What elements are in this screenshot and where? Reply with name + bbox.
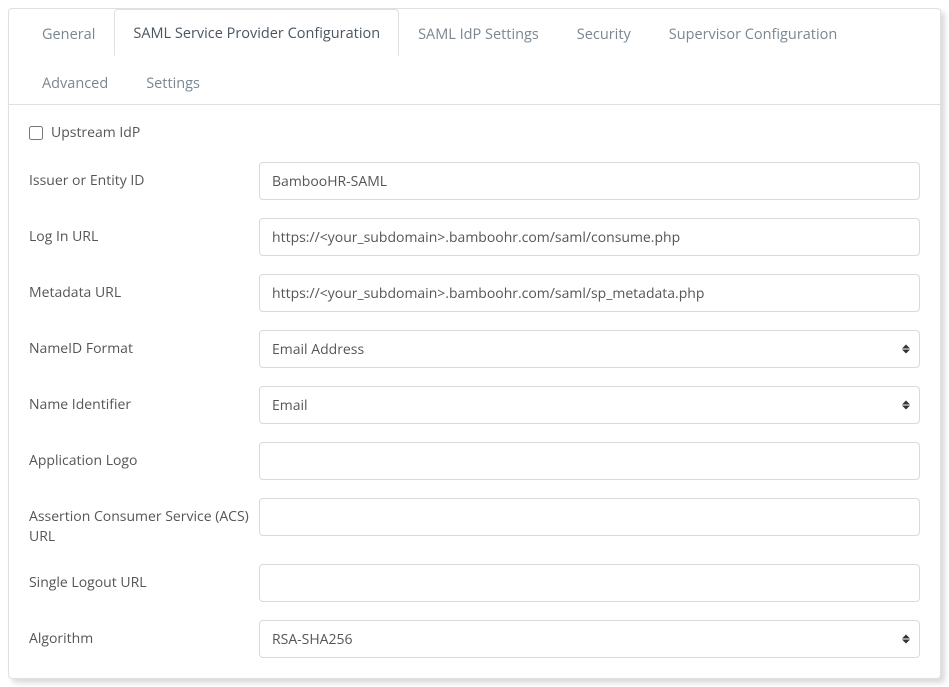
metadata-url-label: Metadata URL: [29, 274, 259, 303]
metadata-url-row: Metadata URL: [29, 274, 920, 312]
name-identifier-select[interactable]: Email: [259, 386, 920, 424]
acs-url-input[interactable]: [259, 498, 920, 536]
issuer-input[interactable]: [259, 162, 920, 200]
tab-security[interactable]: Security: [558, 10, 650, 56]
tab-settings[interactable]: Settings: [127, 59, 219, 105]
login-url-label: Log In URL: [29, 218, 259, 247]
tab-bar: General SAML Service Provider Configurat…: [9, 9, 940, 105]
tab-advanced[interactable]: Advanced: [23, 59, 127, 105]
issuer-row: Issuer or Entity ID: [29, 162, 920, 200]
acs-url-label: Assertion Consumer Service (ACS) URL: [29, 498, 259, 546]
tab-supervisor[interactable]: Supervisor Configuration: [650, 10, 857, 56]
upstream-idp-row: Upstream IdP: [29, 123, 920, 142]
config-panel: General SAML Service Provider Configurat…: [8, 8, 941, 679]
acs-url-row: Assertion Consumer Service (ACS) URL: [29, 498, 920, 546]
upstream-idp-checkbox[interactable]: [29, 126, 43, 140]
form-body: Upstream IdP Issuer or Entity ID Log In …: [9, 105, 940, 678]
name-identifier-label: Name Identifier: [29, 386, 259, 415]
nameid-format-label: NameID Format: [29, 330, 259, 359]
tab-general[interactable]: General: [23, 10, 114, 56]
login-url-input[interactable]: [259, 218, 920, 256]
issuer-label: Issuer or Entity ID: [29, 162, 259, 191]
app-logo-input[interactable]: [259, 442, 920, 480]
upstream-idp-label: Upstream IdP: [51, 123, 140, 142]
algorithm-label: Algorithm: [29, 620, 259, 649]
name-identifier-row: Name Identifier Email: [29, 386, 920, 424]
metadata-url-input[interactable]: [259, 274, 920, 312]
tab-saml-idp[interactable]: SAML IdP Settings: [399, 10, 558, 56]
nameid-format-row: NameID Format Email Address: [29, 330, 920, 368]
login-url-row: Log In URL: [29, 218, 920, 256]
app-logo-label: Application Logo: [29, 442, 259, 471]
slo-url-label: Single Logout URL: [29, 564, 259, 593]
slo-url-row: Single Logout URL: [29, 564, 920, 602]
algorithm-row: Algorithm RSA-SHA256: [29, 620, 920, 658]
nameid-format-select[interactable]: Email Address: [259, 330, 920, 368]
algorithm-select[interactable]: RSA-SHA256: [259, 620, 920, 658]
app-logo-row: Application Logo: [29, 442, 920, 480]
slo-url-input[interactable]: [259, 564, 920, 602]
tab-saml-sp[interactable]: SAML Service Provider Configuration: [114, 9, 399, 56]
